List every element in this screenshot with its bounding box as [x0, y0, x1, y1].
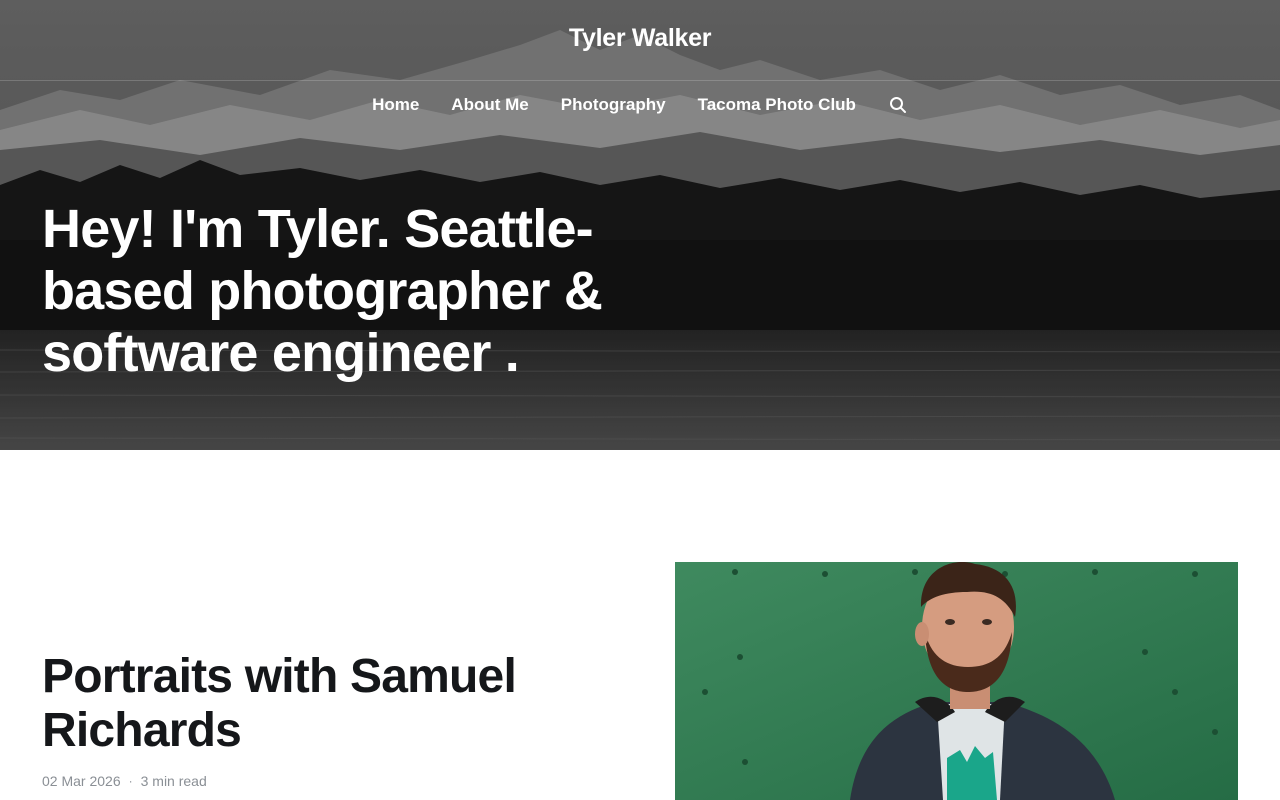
hero-heading: Hey! I'm Tyler. Seattle-based photograph… [42, 199, 603, 383]
nav-item-photography[interactable]: Photography [561, 95, 666, 115]
nav-item-home[interactable]: Home [372, 95, 419, 115]
nav-item-tacoma-photo-club[interactable]: Tacoma Photo Club [698, 95, 856, 115]
post-reading-time: 3 min read [140, 773, 207, 789]
search-button[interactable] [888, 95, 908, 115]
nav-item-about-me[interactable]: About Me [451, 95, 528, 115]
header-divider [0, 80, 1280, 81]
post-meta: 02 Mar 2026 · 3 min read [42, 773, 207, 789]
search-icon [889, 97, 906, 113]
post-card[interactable]: Portraits with Samuel Richards 02 Mar 20… [0, 562, 1280, 800]
post-feature-image[interactable] [675, 562, 1238, 800]
hero-section: Tyler Walker Home About Me Photography T… [0, 0, 1280, 450]
post-date: 02 Mar 2026 [42, 773, 121, 789]
portrait-photo [675, 562, 1238, 800]
post-title[interactable]: Portraits with Samuel Richards [42, 650, 642, 758]
meta-separator: · [128, 774, 133, 788]
main-navigation: Home About Me Photography Tacoma Photo C… [0, 95, 1280, 115]
site-header: Tyler Walker Home About Me Photography T… [0, 0, 1280, 132]
site-title[interactable]: Tyler Walker [0, 24, 1280, 53]
